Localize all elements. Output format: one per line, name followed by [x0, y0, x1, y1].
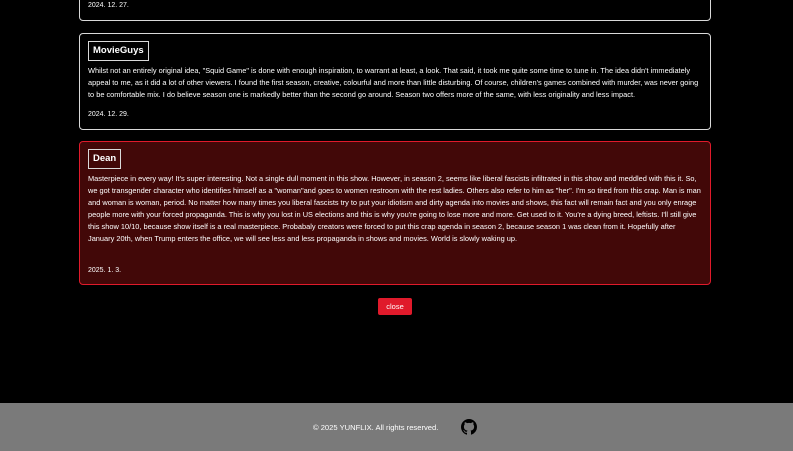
review-author: MovieGuys — [88, 41, 149, 61]
review-date: 2024. 12. 27. — [88, 2, 129, 9]
review-text: Masterpiece in every way! It's super int… — [88, 174, 701, 243]
review-date: 2025. 1. 3. — [88, 267, 122, 274]
review-author: Dean — [88, 149, 122, 169]
review-text: Whilst not an entirely original idea, "S… — [88, 66, 699, 99]
github-icon[interactable] — [461, 419, 477, 435]
review-card: 2024. 12. 27. — [79, 0, 711, 21]
review-date: 2024. 12. 29. — [88, 111, 129, 118]
copyright-text: © 2025 YUNFLIX. All rights reserved. — [313, 423, 439, 432]
review-card-expanded[interactable]: Dean Masterpiece in every way! It's supe… — [79, 141, 711, 285]
review-card[interactable]: MovieGuys Whilst not an entirely origina… — [79, 33, 711, 130]
reviews-page: 2024. 12. 27. MovieGuys Whilst not an en… — [0, 0, 793, 451]
close-button[interactable]: close — [378, 298, 412, 315]
footer: © 2025 YUNFLIX. All rights reserved. — [0, 403, 793, 451]
